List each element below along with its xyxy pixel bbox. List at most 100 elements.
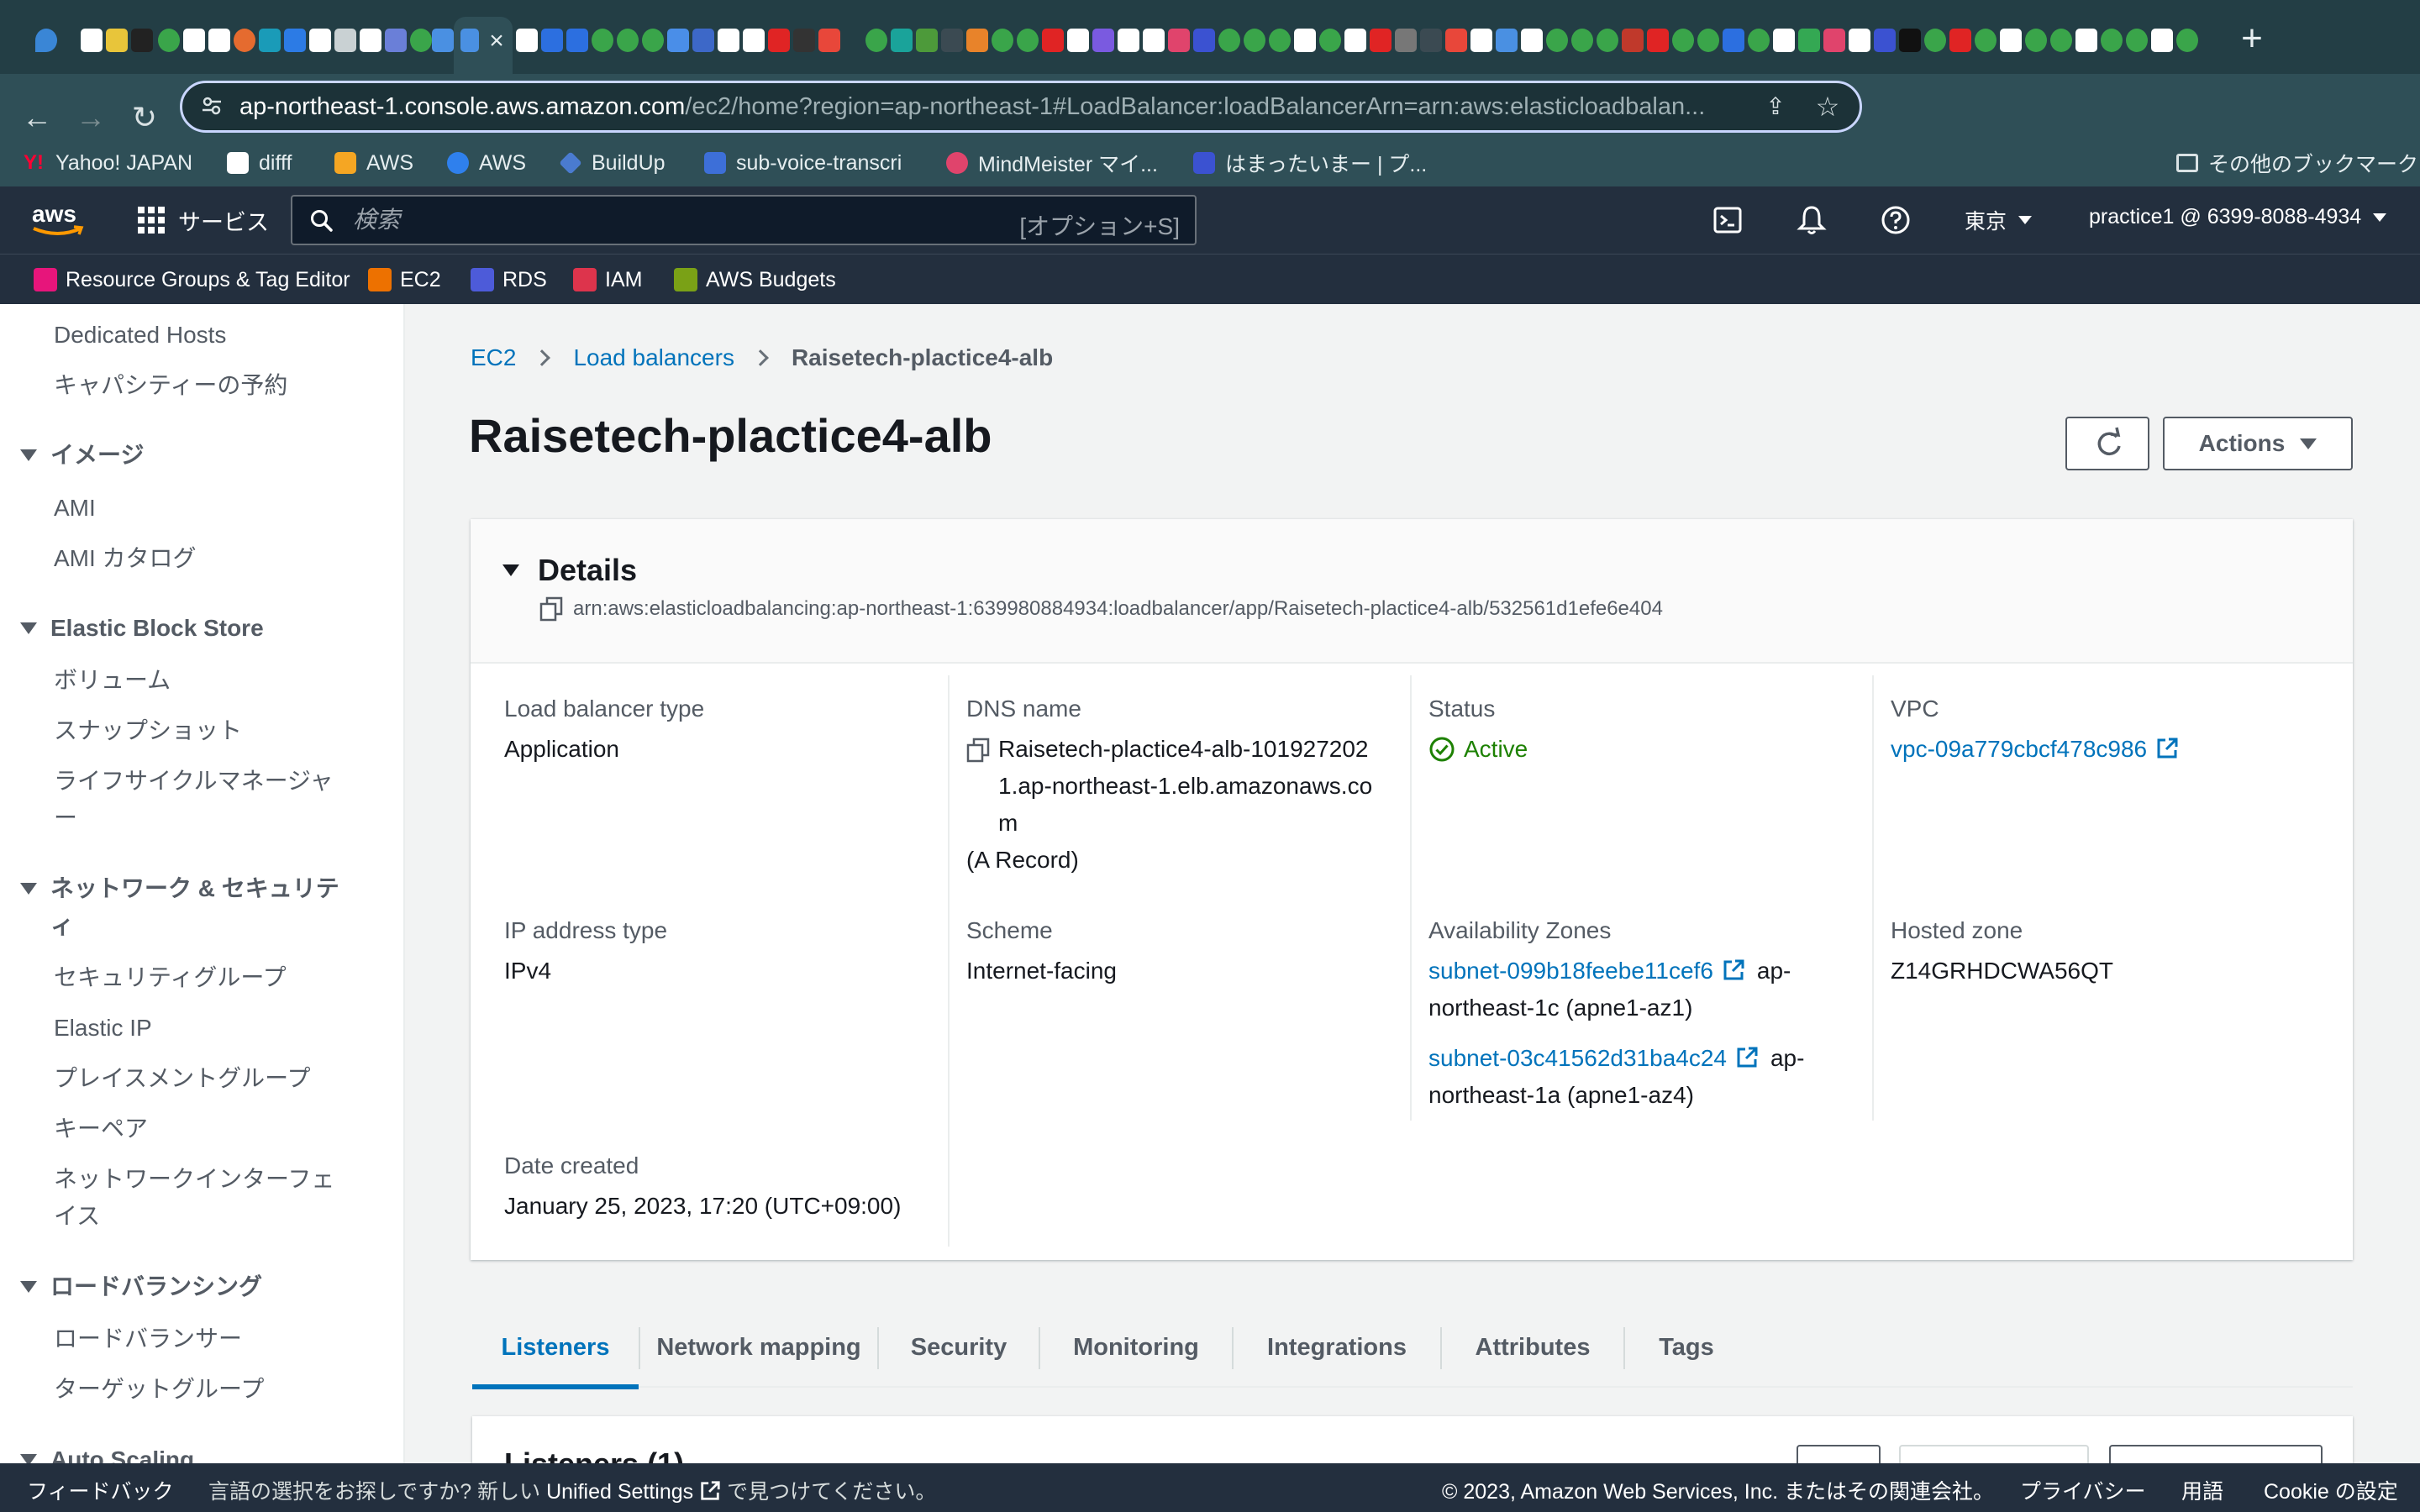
tab-favicon[interactable]: [208, 29, 230, 52]
tab-favicon[interactable]: [966, 29, 988, 52]
tab-favicon[interactable]: [1546, 29, 1568, 52]
tab-favicon[interactable]: [1823, 29, 1845, 52]
search-input[interactable]: [353, 207, 941, 234]
tab-favicon[interactable]: [35, 29, 57, 52]
actions-button[interactable]: Actions: [2163, 417, 2353, 470]
tab-favicon[interactable]: [1042, 29, 1064, 52]
bookmark-item[interactable]: はまったいまー | プ...: [1193, 146, 1427, 180]
tab-favicon[interactable]: [1597, 29, 1618, 52]
privacy-link[interactable]: プライバシー: [2020, 1475, 2146, 1505]
help-icon[interactable]: [1879, 203, 1912, 237]
tab-favicon[interactable]: [1924, 29, 1946, 52]
tab-favicon[interactable]: [1697, 29, 1719, 52]
tab-favicon[interactable]: [667, 29, 689, 52]
tab-favicon[interactable]: [1798, 29, 1820, 52]
tab-favicon[interactable]: [1168, 29, 1190, 52]
tab-favicon[interactable]: [2050, 29, 2072, 52]
sidebar-item-snapshots[interactable]: スナップショット: [54, 712, 339, 749]
notifications-bell-icon[interactable]: [1795, 203, 1828, 237]
vpc-link[interactable]: vpc-09a779cbcf478c986: [1891, 736, 2147, 762]
tab-favicon[interactable]: [106, 29, 128, 52]
tab-favicon[interactable]: [818, 29, 840, 52]
tab-attributes[interactable]: Attributes: [1442, 1307, 1623, 1388]
tab-favicon[interactable]: [1672, 29, 1694, 52]
console-search-box[interactable]: [オプション+S]: [291, 195, 1197, 245]
favorite-item[interactable]: RDS: [471, 265, 547, 295]
tab-favicon[interactable]: [334, 29, 356, 52]
details-toggle[interactable]: Details: [502, 553, 637, 588]
tab-favicon[interactable]: [566, 29, 588, 52]
tab-favicon[interactable]: [541, 29, 563, 52]
tab-favicon[interactable]: [1193, 29, 1215, 52]
tab-favicon[interactable]: [592, 29, 613, 52]
tab-favicon[interactable]: [1143, 29, 1165, 52]
sidebar-section-auto-scaling[interactable]: Auto Scaling: [20, 1441, 356, 1463]
tab-favicon[interactable]: [432, 29, 454, 52]
tab-favicon[interactable]: [1092, 29, 1114, 52]
aws-logo[interactable]: aws: [30, 198, 86, 240]
sidebar-item-elastic-ip[interactable]: Elastic IP: [54, 1010, 339, 1047]
sidebar-item-capacity-reservations[interactable]: キャパシティーの予約: [54, 367, 339, 404]
tab-favicon[interactable]: [234, 29, 255, 52]
tab-favicon[interactable]: [1319, 29, 1341, 52]
tab-favicon[interactable]: [1470, 29, 1492, 52]
tab-favicon[interactable]: [158, 29, 180, 52]
tab-favicon[interactable]: [1748, 29, 1770, 52]
favorite-item[interactable]: Resource Groups & Tag Editor: [34, 265, 350, 295]
account-menu[interactable]: practice1 @ 6399-8088-4934: [2089, 205, 2387, 229]
breadcrumb-ec2[interactable]: EC2: [471, 344, 516, 371]
sidebar-item-target-groups[interactable]: ターゲットグループ: [54, 1371, 339, 1408]
tab-favicon[interactable]: [1269, 29, 1291, 52]
sidebar-item-load-balancers[interactable]: ロードバランサー: [54, 1320, 339, 1357]
region-selector[interactable]: 東京: [1965, 205, 2033, 235]
bookmark-item[interactable]: MindMeister マイ...: [946, 146, 1158, 180]
cookie-settings-link[interactable]: Cookie の設定: [2264, 1475, 2398, 1505]
url-text[interactable]: ap-northeast-1.console.aws.amazon.com/ec…: [239, 93, 1752, 121]
reload-icon[interactable]: ↻: [126, 99, 163, 136]
tab-favicon[interactable]: [1949, 29, 1971, 52]
tab-favicon[interactable]: [1622, 29, 1644, 52]
sidebar-section-load-balancing[interactable]: ロードバランシング: [20, 1268, 356, 1305]
external-link-icon[interactable]: [2155, 737, 2179, 760]
external-link-icon[interactable]: [1722, 958, 1745, 982]
site-info-icon[interactable]: [201, 95, 223, 117]
breadcrumb-load-balancers[interactable]: Load balancers: [573, 344, 734, 371]
tab-favicon[interactable]: [516, 29, 538, 52]
address-bar[interactable]: ap-northeast-1.console.aws.amazon.com/ec…: [180, 81, 1862, 133]
tab-favicon[interactable]: [1294, 29, 1316, 52]
tab-favicon[interactable]: [2151, 29, 2173, 52]
tab-favicon[interactable]: [1420, 29, 1442, 52]
tab-favicon[interactable]: [743, 29, 765, 52]
share-icon[interactable]: ⇪: [1760, 92, 1791, 122]
back-arrow-icon[interactable]: ←: [18, 99, 55, 136]
sidebar-item-placement-groups[interactable]: プレイスメントグループ: [54, 1060, 339, 1097]
tab-favicon[interactable]: [1067, 29, 1089, 52]
tab-favicon[interactable]: [1975, 29, 1996, 52]
tab-favicon[interactable]: [793, 29, 815, 52]
forward-arrow-icon[interactable]: →: [72, 99, 109, 136]
tab-favicon[interactable]: [865, 29, 887, 52]
sidebar-item-lifecycle-manager[interactable]: ライフサイクルマネージャー: [54, 763, 339, 837]
tab-favicon[interactable]: [1571, 29, 1593, 52]
tab-close-icon[interactable]: ×: [484, 29, 509, 54]
bookmark-item[interactable]: AWS: [447, 146, 526, 180]
tab-favicon[interactable]: [385, 29, 407, 52]
favorite-item[interactable]: AWS Budgets: [674, 265, 836, 295]
sidebar-section-images[interactable]: イメージ: [20, 437, 356, 474]
unified-settings-link[interactable]: Unified Settings: [546, 1480, 693, 1504]
tab-favicon[interactable]: [617, 29, 639, 52]
tab-favicon[interactable]: [1849, 29, 1870, 52]
terms-link[interactable]: 用語: [2181, 1475, 2223, 1505]
tab-favicon[interactable]: [2025, 29, 2047, 52]
other-bookmarks[interactable]: その他のブックマーク: [2176, 146, 2418, 180]
sidebar-item-volumes[interactable]: ボリューム: [54, 662, 339, 699]
tab-favicon[interactable]: [81, 29, 103, 52]
tab-tags[interactable]: Tags: [1625, 1307, 1748, 1388]
tab-favicon[interactable]: [1521, 29, 1543, 52]
tab-favicon[interactable]: [2075, 29, 2097, 52]
sidebar-item-ami-catalog[interactable]: AMI カタログ: [54, 540, 339, 577]
cloudshell-icon[interactable]: [1711, 203, 1744, 237]
tab-favicon[interactable]: [992, 29, 1013, 52]
tab-favicon[interactable]: [259, 29, 281, 52]
tab-favicon[interactable]: [642, 29, 664, 52]
